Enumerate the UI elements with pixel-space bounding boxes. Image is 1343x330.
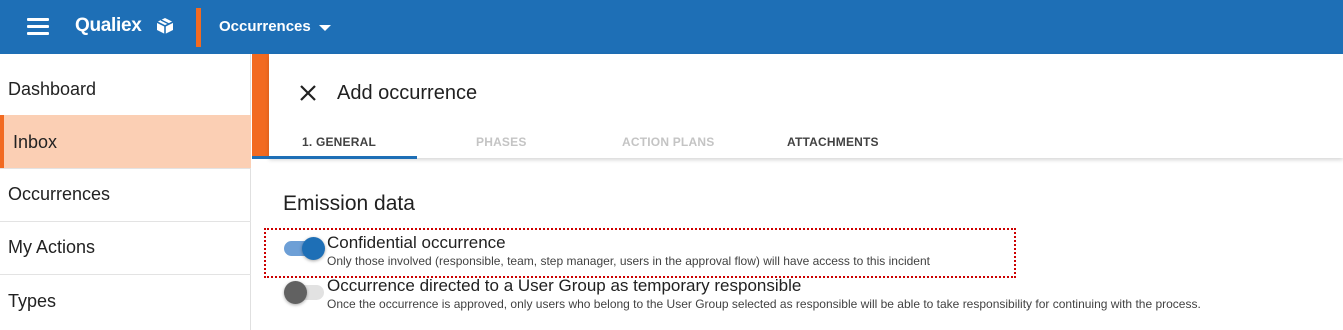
module-dropdown[interactable]: Occurrences [219,18,331,35]
tab-action-plans[interactable]: ACTION PLANS [622,135,714,149]
panel-title: Add occurrence [337,82,478,104]
menu-icon[interactable] [27,18,49,36]
app-logo[interactable]: Qualiex [75,15,142,37]
sidebar-divider [0,274,251,275]
sidebar-item-label: Types [8,291,57,311]
sidebar-divider [0,221,251,222]
sidebar-item-label: Inbox [13,132,58,152]
active-tab-indicator [252,156,417,159]
sidebar-item-label: My Actions [8,237,96,257]
sidebar-item-dashboard[interactable]: Dashboard [0,75,251,103]
sidebar-item-occurrences[interactable]: Occurrences [0,180,251,208]
panel-accent-strip [252,54,269,158]
active-indicator [0,115,4,168]
close-icon[interactable] [298,83,318,103]
sidebar-item-my-actions[interactable]: My Actions [0,233,251,261]
option-title: Occurrence directed to a User Group as t… [327,276,802,295]
sidebar-item-inbox[interactable]: Inbox [0,115,251,168]
caret-down-icon [318,24,331,31]
sidebar-item-label: Dashboard [8,79,97,99]
option-description: Once the occurrence is approved, only us… [327,297,1201,311]
toggle-thumb [302,237,325,260]
tab-general[interactable]: 1. GENERAL [302,135,376,149]
option-title: Confidential occurrence [327,233,506,252]
toggle-thumb [284,281,307,304]
sidebar-item-types[interactable]: Types [0,287,251,315]
header-divider [196,8,201,47]
tab-phases[interactable]: PHASES [476,135,527,149]
tab-attachments[interactable]: ATTACHMENTS [787,135,879,149]
logo-cube-icon [156,18,174,34]
section-title: Emission data [283,192,415,215]
sidebar-divider [0,168,251,169]
option-description: Only those involved (responsible, team, … [327,254,930,268]
top-app-bar: Qualiex Occurrences [0,0,1343,54]
module-label: Occurrences [219,18,311,35]
sidebar-item-label: Occurrences [8,184,111,204]
